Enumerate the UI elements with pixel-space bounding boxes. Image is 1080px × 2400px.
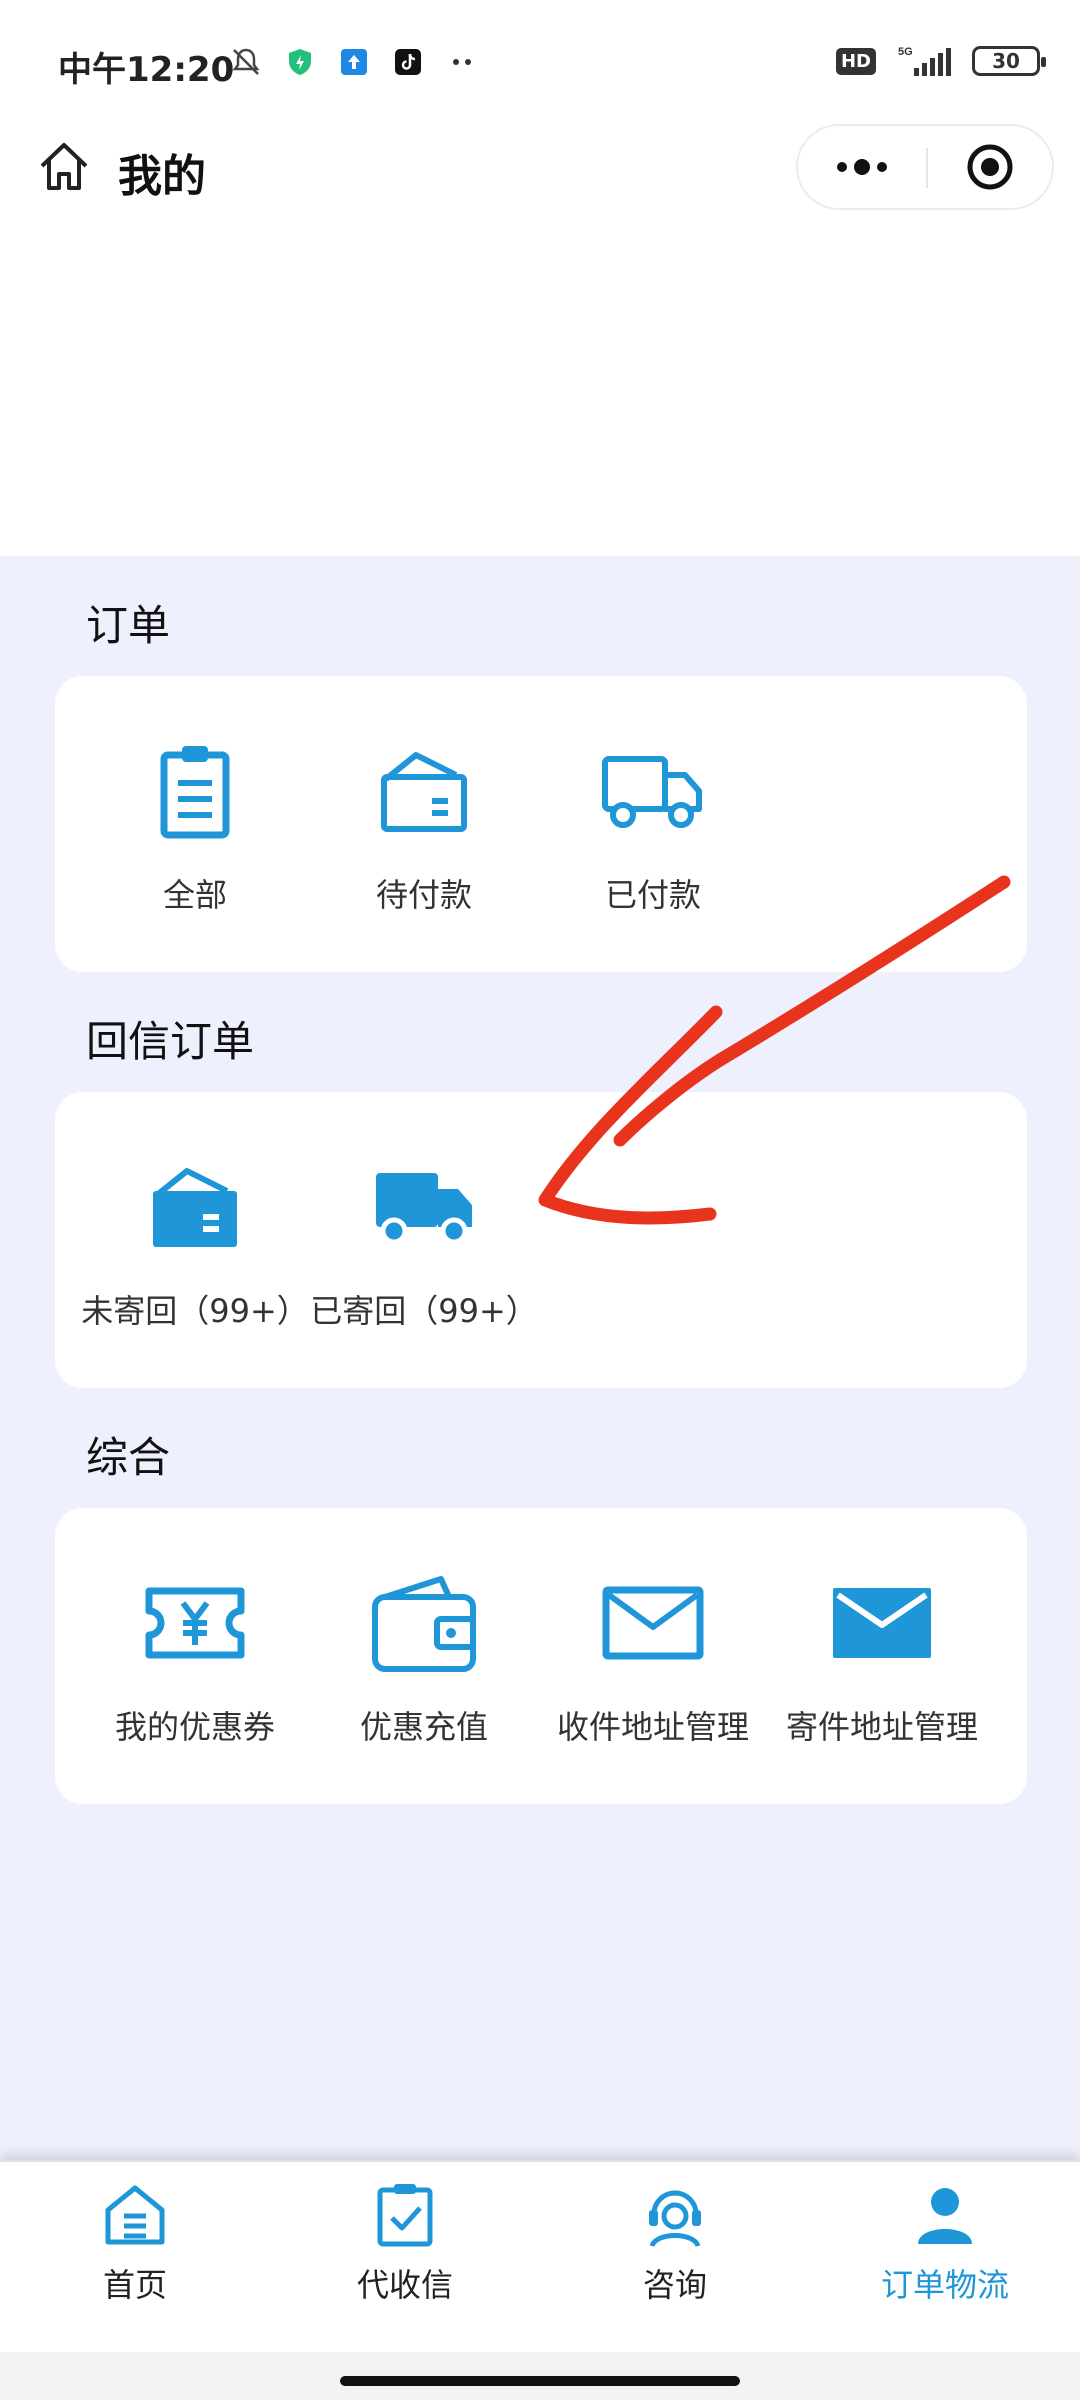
reply-orders-card: 未寄回（99+） 已寄回（99+） [55,1092,1027,1388]
status-bar: 中午12:20 HD 5G 30 [0,0,1080,130]
truck-outline-icon [602,756,702,828]
not-returned-label: 未寄回（99+） [81,1292,309,1330]
returned-label: 已寄回（99+） [310,1292,538,1330]
truck-filled-icon [376,1173,472,1245]
bell-muted-icon [232,48,260,75]
send-address-label: 寄件地址管理 [785,1708,978,1746]
tab-order-logistics-label: 订单物流 [880,2266,1009,2304]
headset-icon [649,2190,701,2248]
tiktok-icon [395,49,421,75]
not-returned-button[interactable]: 未寄回（99+） [80,1152,310,1332]
order-all-label: 全部 [162,876,227,914]
section-title-reply-orders: 回信订单 [86,1017,255,1066]
my-coupons-label: 我的优惠券 [114,1708,275,1746]
user-icon [918,2188,972,2244]
battery-level: 30 [992,49,1020,73]
my-coupons-button[interactable]: 我的优惠券 [80,1568,310,1748]
receive-address-label: 收件地址管理 [556,1708,749,1746]
recharge-button[interactable]: 优惠充值 [309,1568,539,1748]
header: 我的 [0,120,1080,220]
bottom-tabbar: 首页 代收信 咨询 订单物流 [0,2160,1080,2352]
shield-icon [289,49,311,75]
returned-button[interactable]: 已寄回（99+） [309,1152,539,1332]
gesture-bar-area [0,2352,1080,2400]
more-dots-icon [453,59,471,65]
clipboard-icon [160,746,230,839]
more-button[interactable] [798,126,926,208]
tab-receive-letters-label: 代收信 [356,2266,453,2304]
system-icons: HD 5G 30 [835,44,1046,78]
wallet-outline-icon [381,752,467,832]
main-content: 订单 全部 待付款 已付款 回信订单 未寄回（99+） 已寄回（99+） 综合 … [0,556,1080,2160]
tab-home[interactable]: 首页 [25,2180,245,2306]
battery-icon: 30 [972,46,1046,76]
section-title-general: 综合 [86,1433,171,1482]
recharge-label: 优惠充值 [359,1708,488,1746]
upload-app-icon [341,49,367,75]
notification-icons [230,46,478,78]
coupon-icon [145,1587,245,1659]
tab-consult[interactable]: 咨询 [565,2180,785,2306]
tab-home-label: 首页 [102,2266,167,2304]
tab-receive-letters[interactable]: 代收信 [295,2180,515,2306]
envelope-filled-icon [833,1588,931,1658]
home-outline-icon[interactable] [34,136,94,196]
status-time: 中午12:20 [58,50,235,90]
order-all-button[interactable]: 全部 [80,736,310,916]
close-miniprogram-button[interactable] [928,126,1052,208]
hd-badge: HD [835,47,876,75]
home-icon [105,2185,165,2245]
home-indicator[interactable] [340,2376,740,2386]
order-paid-label: 已付款 [604,876,701,914]
receive-address-button[interactable]: 收件地址管理 [538,1568,768,1748]
order-paid-button[interactable]: 已付款 [538,736,768,916]
order-pending-payment-label: 待付款 [375,876,472,914]
target-close-icon [967,144,1013,190]
section-title-orders: 订单 [86,601,171,650]
order-pending-payment-button[interactable]: 待付款 [309,736,539,916]
miniprogram-capsule [796,124,1054,210]
tab-order-logistics[interactable]: 订单物流 [835,2180,1055,2306]
svg-text:5G: 5G [898,46,913,58]
send-address-button[interactable]: 寄件地址管理 [767,1568,997,1748]
more-dots-icon [837,159,887,175]
tab-consult-label: 咨询 [642,2266,707,2304]
envelope-outline-icon [602,1586,704,1660]
page-title: 我的 [118,151,206,202]
orders-card: 全部 待付款 已付款 [55,676,1027,972]
clipboard-check-icon [377,2184,433,2247]
signal-icon: 5G [898,46,951,76]
wallet-filled-icon [153,1168,237,1247]
general-card: 我的优惠券 优惠充值 收件地址管理 寄件地址管理 [55,1508,1027,1804]
wallet-icon [372,1576,476,1672]
